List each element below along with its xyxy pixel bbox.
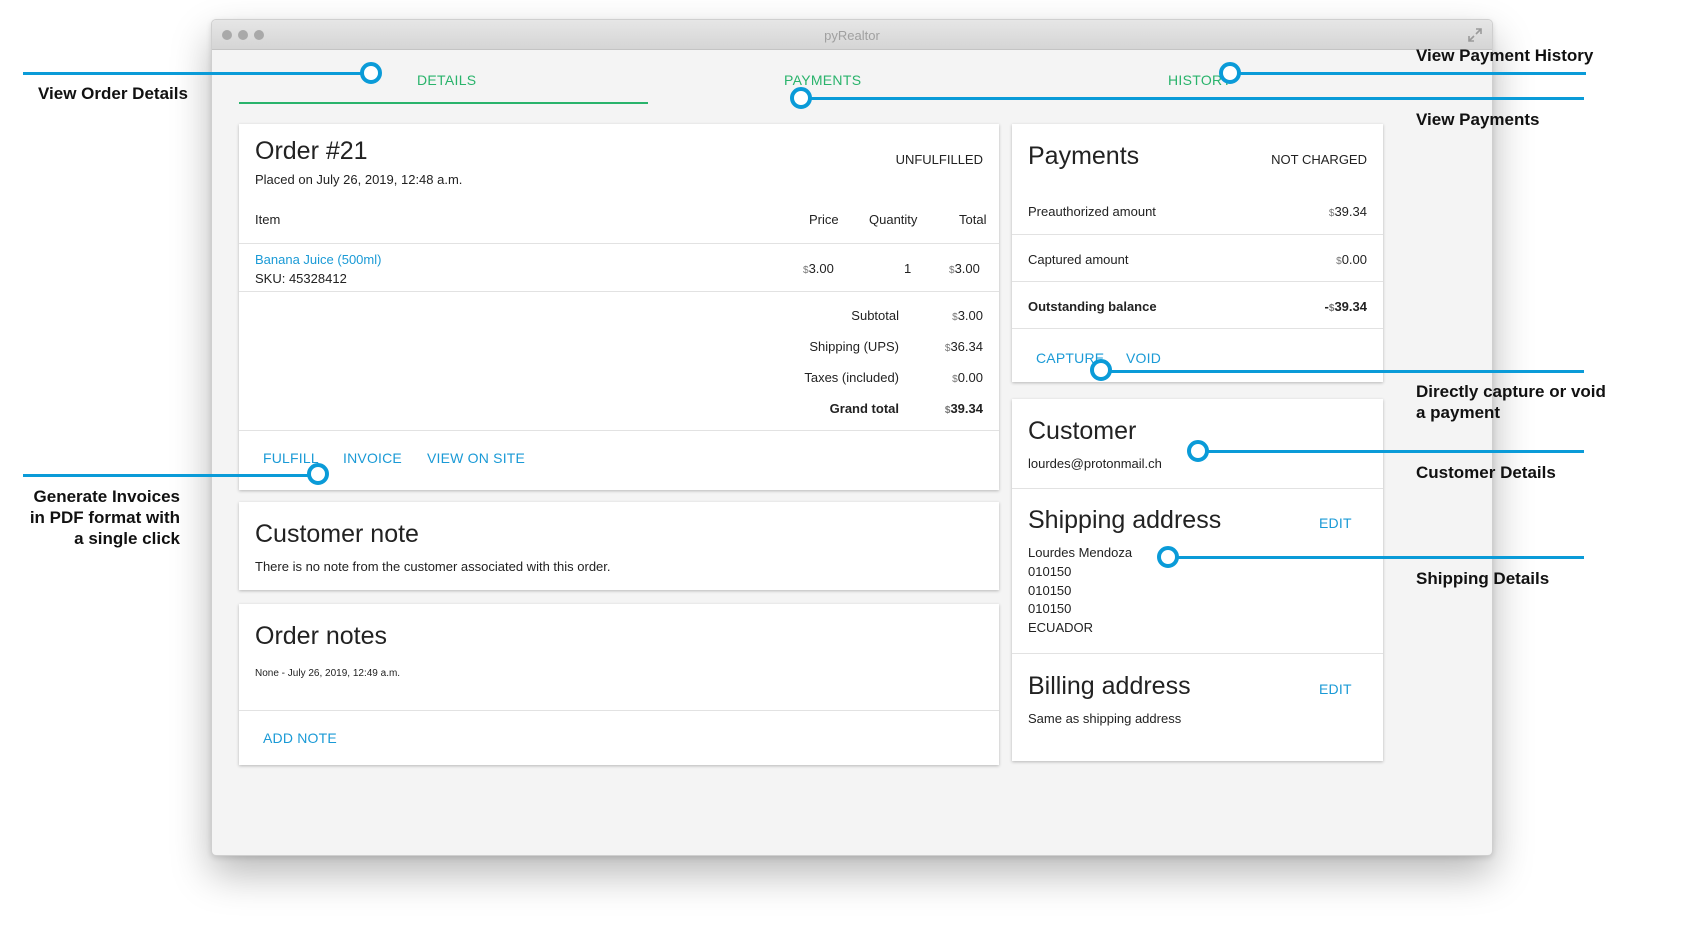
annotation-line-payments — [804, 97, 1584, 100]
annotation-payments: View Payments — [1416, 110, 1540, 129]
edit-billing-button[interactable]: EDIT — [1319, 681, 1352, 697]
window-title: pyRealtor — [824, 28, 880, 43]
shipping-name: Lourdes Mendoza — [1028, 545, 1133, 560]
annotation-capture-void-line-1: Directly capture or void — [1416, 382, 1606, 401]
add-note-button[interactable]: ADD NOTE — [263, 730, 337, 746]
annotation-marker-customer-details — [1187, 440, 1209, 462]
shipping-line-1: 010150 — [1028, 564, 1072, 579]
shipping-address-title: Shipping address — [1028, 506, 1222, 534]
summary-value-subtotal: $3.00 — [952, 308, 983, 323]
column-header-price: Price — [809, 212, 839, 227]
annotation-line-shipping-details — [1170, 556, 1584, 559]
line-item-sku: SKU: 45328412 — [255, 271, 347, 286]
preauthorized-value: $39.34 — [1328, 204, 1367, 219]
annotation-payment-history: View Payment History — [1416, 46, 1594, 65]
outstanding-value: -$39.34 — [1324, 299, 1367, 314]
column-header-total: Total — [959, 212, 987, 227]
summary-value-grand-total: $39.34 — [944, 401, 983, 416]
summary-label-grand-total: Grand total — [829, 401, 899, 416]
void-button[interactable]: VOID — [1126, 350, 1161, 366]
billing-same-as-shipping: Same as shipping address — [1028, 711, 1182, 726]
annotation-customer-details: Customer Details — [1416, 463, 1556, 482]
annotation-line-order-details — [23, 72, 368, 75]
annotation-marker-payment-history — [1219, 62, 1241, 84]
captured-value: $0.00 — [1336, 252, 1367, 267]
customer-note-title: Customer note — [255, 520, 419, 548]
annotation-order-details: View Order Details — [38, 84, 188, 103]
annotation-line-payment-history — [1226, 72, 1586, 75]
line-item-price: $3.00 — [803, 261, 834, 276]
annotation-marker-order-details — [360, 62, 382, 84]
annotation-shipping-details: Shipping Details — [1416, 569, 1550, 588]
payment-status-badge: NOT CHARGED — [1271, 152, 1367, 167]
column-header-item: Item — [255, 212, 281, 227]
shipping-line-3: 010150 — [1028, 601, 1072, 616]
annotation-line-capture-void — [1102, 370, 1584, 373]
annotation-invoices-line-3: a single click — [74, 529, 180, 548]
annotation-marker-capture-void — [1090, 359, 1112, 381]
annotation-invoices-line-2: in PDF format with — [29, 508, 180, 527]
summary-value-taxes: $0.00 — [952, 370, 983, 385]
active-tab-indicator — [239, 102, 648, 104]
line-item-name-link[interactable]: Banana Juice (500ml) — [255, 252, 381, 267]
annotation-marker-shipping-details — [1157, 546, 1179, 568]
summary-label-subtotal: Subtotal — [851, 308, 899, 323]
order-title: Order #21 — [255, 137, 368, 165]
annotation-capture-void-line-2: a payment — [1416, 403, 1501, 422]
tab-payments[interactable]: PAYMENTS — [784, 72, 861, 88]
annotation-line-invoices — [23, 474, 321, 477]
order-card: Order #21 UNFULFILLED Placed on July 26,… — [239, 124, 999, 490]
shipping-country: ECUADOR — [1028, 620, 1094, 635]
order-notes-title: Order notes — [255, 622, 388, 650]
annotation-invoices: Generate Invoices in PDF format with a s… — [20, 486, 180, 549]
billing-address-title: Billing address — [1028, 672, 1191, 700]
summary-value-shipping: $36.34 — [944, 339, 983, 354]
expand-icon[interactable] — [1468, 28, 1482, 42]
payments-card: Payments NOT CHARGED Preauthorized amoun… — [1012, 124, 1383, 382]
captured-label: Captured amount — [1028, 252, 1129, 267]
summary-label-shipping: Shipping (UPS) — [809, 339, 899, 354]
order-placed-date: Placed on July 26, 2019, 12:48 a.m. — [255, 172, 463, 187]
shipping-line-2: 010150 — [1028, 583, 1072, 598]
order-status-badge: UNFULFILLED — [895, 152, 983, 167]
invoice-button[interactable]: INVOICE — [343, 450, 402, 466]
edit-shipping-button[interactable]: EDIT — [1319, 515, 1352, 531]
annotation-invoices-line-1: Generate Invoices — [33, 487, 180, 506]
customer-note-card: Customer note There is no note from the … — [239, 502, 999, 590]
outstanding-label: Outstanding balance — [1028, 299, 1157, 314]
annotation-marker-invoices — [307, 463, 329, 485]
column-header-quantity: Quantity — [869, 212, 918, 227]
customer-note-text: There is no note from the customer assoc… — [255, 559, 611, 574]
view-on-site-button[interactable]: VIEW ON SITE — [427, 450, 525, 466]
customer-title: Customer — [1028, 417, 1137, 445]
payments-title: Payments — [1028, 142, 1140, 170]
app-window: pyRealtor DETAILS PAYMENTS HISTORY Order… — [211, 19, 1493, 856]
preauthorized-label: Preauthorized amount — [1028, 204, 1156, 219]
line-item-quantity: 1 — [904, 261, 912, 276]
fulfill-button[interactable]: FULFILL — [263, 450, 319, 466]
tab-details[interactable]: DETAILS — [417, 72, 476, 88]
annotation-line-customer-details — [1200, 450, 1584, 453]
summary-label-taxes: Taxes (included) — [804, 370, 899, 385]
order-note-entry: None - July 26, 2019, 12:49 a.m. — [255, 668, 401, 679]
title-bar: pyRealtor — [212, 20, 1492, 50]
annotation-capture-void: Directly capture or void a payment — [1416, 381, 1606, 423]
annotation-marker-payments — [790, 87, 812, 109]
customer-email: lourdes@protonmail.ch — [1028, 456, 1162, 471]
order-notes-card: Order notes None - July 26, 2019, 12:49 … — [239, 604, 999, 765]
line-item-total: $3.00 — [949, 261, 980, 276]
